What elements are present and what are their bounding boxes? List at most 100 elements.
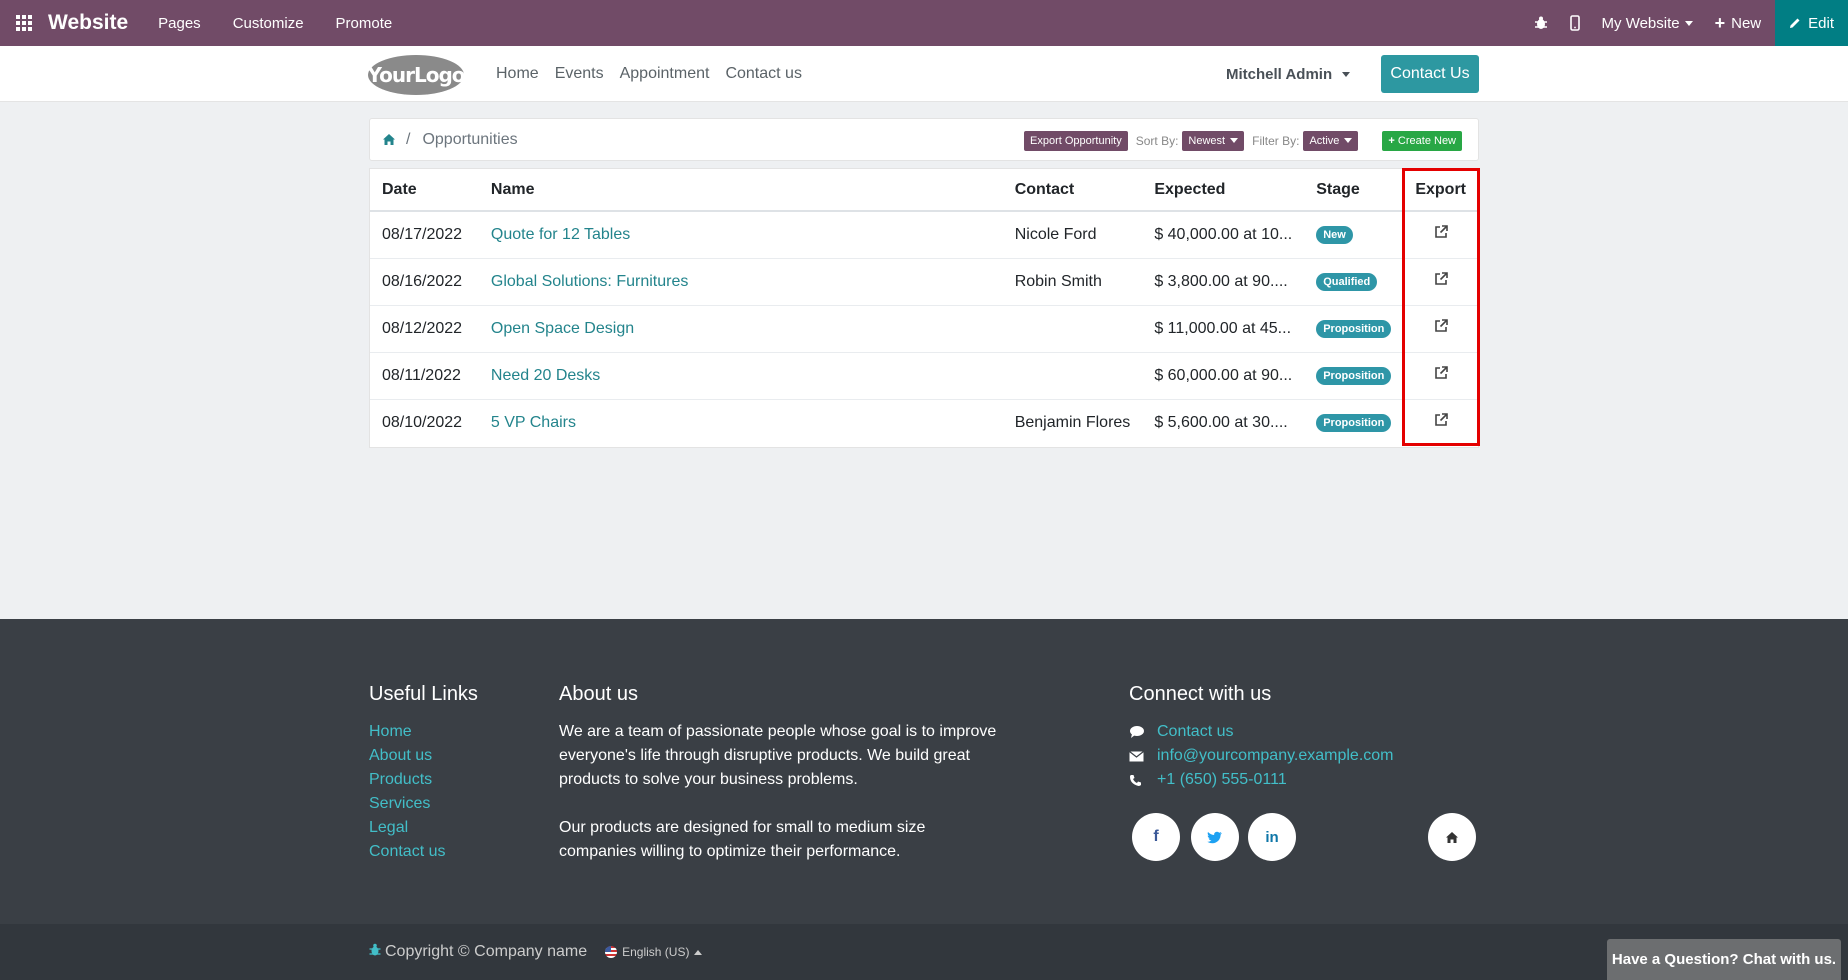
about-paragraph-1: We are a team of passionate people whose…: [559, 723, 997, 788]
menu-customize[interactable]: Customize: [233, 15, 304, 32]
export-opportunity-button[interactable]: Export Opportunity: [1024, 130, 1128, 151]
edit-button[interactable]: Edit: [1775, 0, 1848, 46]
email-row[interactable]: info@yourcompany.example.com: [1129, 744, 1394, 768]
about-us: About us We are a team of passionate peo…: [559, 683, 999, 864]
about-paragraph-2: Our products are designed for small to m…: [559, 819, 926, 860]
header-stage: Stage: [1304, 169, 1404, 212]
nav-events[interactable]: Events: [555, 65, 604, 83]
header-name: Name: [478, 169, 1003, 212]
nav-appointment[interactable]: Appointment: [620, 65, 710, 83]
cell-date: 08/17/2022: [370, 211, 479, 259]
debug-icon[interactable]: [1534, 16, 1548, 30]
home-social-icon[interactable]: [1428, 813, 1476, 861]
apps-menu-icon[interactable]: [0, 0, 48, 46]
opportunity-link[interactable]: 5 VP Chairs: [491, 414, 576, 431]
stage-badge: New: [1316, 226, 1353, 245]
menu-pages[interactable]: Pages: [158, 15, 201, 32]
admin-bar: Website Pages Customize Promote My Websi…: [0, 0, 1848, 46]
stage-badge: Proposition: [1316, 414, 1392, 433]
cell-contact: [1002, 305, 1143, 353]
filter-label: Filter By:: [1252, 133, 1300, 148]
cell-date: 08/12/2022: [370, 305, 479, 353]
opportunity-link[interactable]: Need 20 Desks: [491, 367, 600, 384]
linkedin-icon[interactable]: in: [1248, 813, 1296, 861]
cell-contact: [1002, 352, 1143, 400]
useful-links-title: Useful Links: [369, 683, 478, 705]
contact-row[interactable]: Contact us: [1129, 720, 1394, 744]
footer: Useful Links Home About us Products Serv…: [0, 619, 1848, 924]
opportunity-link[interactable]: Quote for 12 Tables: [491, 226, 630, 243]
chat-icon: [1129, 725, 1157, 739]
cell-date: 08/10/2022: [382, 413, 463, 431]
footer-link-home[interactable]: Home: [369, 720, 478, 744]
toolbar: Export Opportunity Sort By: Newest Filte…: [1024, 119, 1462, 162]
bug-icon[interactable]: [369, 943, 381, 962]
livechat-button[interactable]: Have a Question? Chat with us.: [1607, 939, 1841, 980]
us-flag-icon: [605, 946, 618, 958]
site-header: YourLogo Home Events Appointment Contact…: [0, 46, 1848, 102]
cell-contact: Benjamin Flores: [1014, 413, 1131, 431]
language-selector[interactable]: English (US): [605, 945, 703, 959]
site-logo[interactable]: YourLogo: [367, 55, 466, 95]
connect-title: Connect with us: [1129, 683, 1272, 705]
cell-expected: $ 60,000.00 at 90...: [1142, 352, 1305, 400]
useful-links: Useful Links Home About us Products Serv…: [369, 683, 478, 864]
envelope-icon: [1129, 750, 1157, 762]
external-link-icon[interactable]: [1433, 366, 1449, 385]
nav-home[interactable]: Home: [496, 65, 539, 83]
filter-dropdown[interactable]: Active: [1303, 130, 1359, 151]
footer-link-about[interactable]: About us: [369, 744, 478, 768]
sort-label: Sort By:: [1135, 133, 1179, 148]
opportunity-link[interactable]: Global Solutions: Furnitures: [491, 273, 688, 290]
create-new-button[interactable]: + Create New: [1382, 130, 1462, 151]
copyright-bar: Copyright © Company name English (US): [0, 924, 1848, 980]
external-link-icon[interactable]: [1433, 225, 1449, 244]
nav-contact-us[interactable]: Contact us: [725, 65, 801, 83]
table-row: 08/10/2022 5 VP Chairs Benjamin Flores $…: [370, 399, 1478, 446]
footer-link-legal[interactable]: Legal: [369, 816, 478, 840]
header-contact: Contact: [1002, 169, 1143, 212]
header-date: Date: [370, 169, 479, 212]
external-link-icon[interactable]: [1433, 413, 1449, 432]
cell-expected: $ 11,000.00 at 45...: [1142, 305, 1305, 353]
new-button[interactable]: + New: [1715, 13, 1762, 34]
phone-row[interactable]: +1 (650) 555-0111: [1129, 768, 1394, 792]
table-row: 08/16/2022 Global Solutions: Furnitures …: [370, 258, 1478, 306]
footer-link-products[interactable]: Products: [369, 768, 478, 792]
facebook-icon[interactable]: f: [1132, 813, 1180, 861]
external-link-icon[interactable]: [1433, 272, 1449, 291]
breadcrumb-separator: /: [406, 130, 411, 148]
cell-expected: $ 3,800.00 at 90....: [1142, 258, 1305, 306]
copyright-text: Copyright © Company name: [385, 943, 588, 960]
breadcrumb-current: Opportunities: [422, 130, 518, 148]
cell-date: 08/16/2022: [370, 258, 479, 306]
table-row: 08/17/2022 Quote for 12 Tables Nicole Fo…: [370, 211, 1478, 259]
opportunities-table: Date Name Contact Expected Stage Export …: [369, 168, 1479, 448]
about-title: About us: [559, 683, 638, 705]
breadcrumb: / Opportunities Export Opportunity Sort …: [369, 118, 1479, 161]
header-expected: Expected: [1142, 169, 1305, 212]
admin-brand[interactable]: Website: [48, 11, 128, 35]
footer-link-services[interactable]: Services: [369, 792, 478, 816]
stage-badge: Qualified: [1316, 273, 1378, 291]
cell-contact: Nicole Ford: [1002, 211, 1143, 259]
sort-dropdown[interactable]: Newest: [1182, 130, 1245, 151]
table-header-row: Date Name Contact Expected Stage Export: [370, 169, 1478, 212]
opportunity-link[interactable]: Open Space Design: [491, 320, 634, 337]
cell-expected: $ 40,000.00 at 10...: [1142, 211, 1305, 259]
my-website-dropdown[interactable]: My Website: [1602, 15, 1693, 32]
stage-badge: Proposition: [1316, 320, 1392, 338]
table-row: 08/12/2022 Open Space Design $ 11,000.00…: [370, 305, 1478, 353]
external-link-icon[interactable]: [1433, 319, 1449, 338]
home-icon[interactable]: [382, 133, 396, 146]
footer-link-contact[interactable]: Contact us: [369, 840, 478, 864]
mobile-preview-icon[interactable]: [1569, 15, 1580, 31]
stage-badge: Proposition: [1316, 367, 1392, 385]
user-menu[interactable]: Mitchell Admin: [1226, 46, 1351, 102]
phone-icon: [1129, 774, 1157, 787]
contact-us-button[interactable]: Contact Us: [1381, 55, 1479, 93]
plus-icon: +: [1388, 134, 1395, 147]
twitter-icon[interactable]: [1191, 813, 1239, 861]
copyright: Copyright © Company name English (US): [369, 924, 703, 980]
menu-promote[interactable]: Promote: [336, 15, 393, 32]
